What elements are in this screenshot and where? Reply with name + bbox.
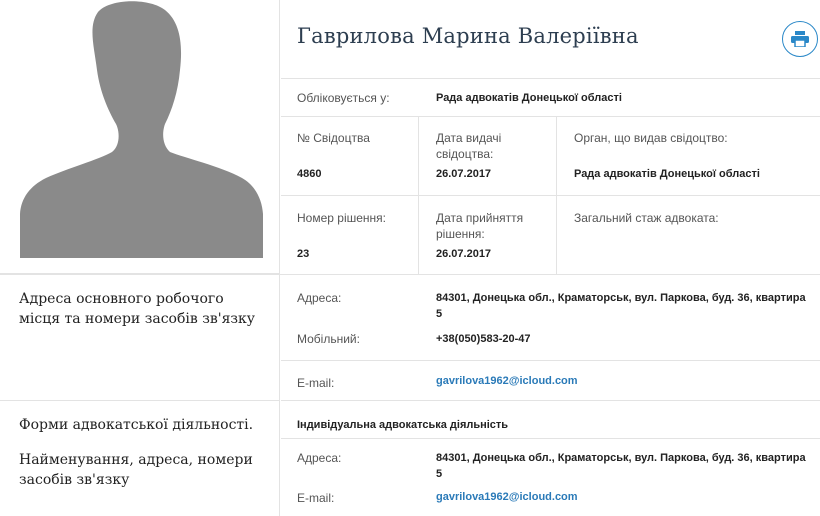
print-button[interactable] bbox=[782, 21, 818, 57]
certificate-issuer-label: Орган, що видав свідоцтво: bbox=[574, 131, 728, 145]
workplace-address-value: 84301, Донецька обл., Краматорськ, вул. … bbox=[436, 292, 806, 320]
workplace-mobile-label: Мобільний: bbox=[297, 332, 360, 346]
decision-date-label: Дата прийняття рішення: bbox=[436, 211, 524, 241]
divider bbox=[281, 195, 820, 196]
practice-section-title: Форми адвокатської діяльності. bbox=[19, 417, 254, 433]
divider bbox=[0, 274, 820, 275]
certificate-issue-date-value: 26.07.2017 bbox=[436, 168, 492, 180]
practice-address-value: 84301, Донецька обл., Краматорськ, вул. … bbox=[436, 452, 806, 480]
practice-email-label: E-mail: bbox=[297, 491, 335, 505]
decision-date-value: 26.07.2017 bbox=[436, 248, 492, 260]
decision-number-value: 23 bbox=[297, 248, 310, 260]
practice-form-value: Індивідуальна адвокатська діяльність bbox=[297, 419, 509, 431]
photo-cell bbox=[0, 0, 280, 274]
divider bbox=[281, 78, 820, 79]
practice-address-label: Адреса: bbox=[297, 451, 342, 465]
divider bbox=[418, 116, 419, 274]
divider bbox=[0, 400, 280, 401]
person-silhouette-icon bbox=[20, 1, 263, 258]
divider bbox=[281, 116, 820, 117]
lawyer-name: Гаврилова Марина Валеріївна bbox=[297, 24, 639, 48]
certificate-issue-date-label: Дата видачі свідоцтва: bbox=[436, 131, 502, 161]
workplace-mobile-value: +38(050)583-20-47 bbox=[436, 333, 531, 345]
left-column: Адреса основного робочого місця та номер… bbox=[0, 0, 280, 516]
divider bbox=[556, 116, 557, 274]
workplace-address-label: Адреса: bbox=[297, 291, 342, 305]
divider bbox=[281, 400, 820, 401]
printer-icon bbox=[791, 31, 809, 47]
registered-at-label: Обліковується у: bbox=[297, 91, 390, 105]
registered-at-value: Рада адвокатів Донецької області bbox=[436, 92, 622, 104]
certificate-number-value: 4860 bbox=[297, 168, 322, 180]
experience-label: Загальний стаж адвоката: bbox=[574, 211, 719, 225]
practice-email-link[interactable]: gavrilova1962@icloud.com bbox=[436, 489, 578, 505]
practice-section-subtitle: Найменування, адреса, номери засобів зв'… bbox=[19, 452, 253, 488]
certificate-number-label: № Свідоцтва bbox=[297, 131, 370, 145]
decision-number-label: Номер рішення: bbox=[297, 211, 386, 225]
divider bbox=[281, 438, 820, 439]
divider bbox=[281, 360, 820, 361]
certificate-issuer-value: Рада адвокатів Донецької області bbox=[574, 168, 760, 180]
workplace-email-label: E-mail: bbox=[297, 376, 335, 390]
workplace-email-link[interactable]: gavrilova1962@icloud.com bbox=[436, 373, 578, 389]
workplace-section-title: Адреса основного робочого місця та номер… bbox=[19, 291, 256, 327]
